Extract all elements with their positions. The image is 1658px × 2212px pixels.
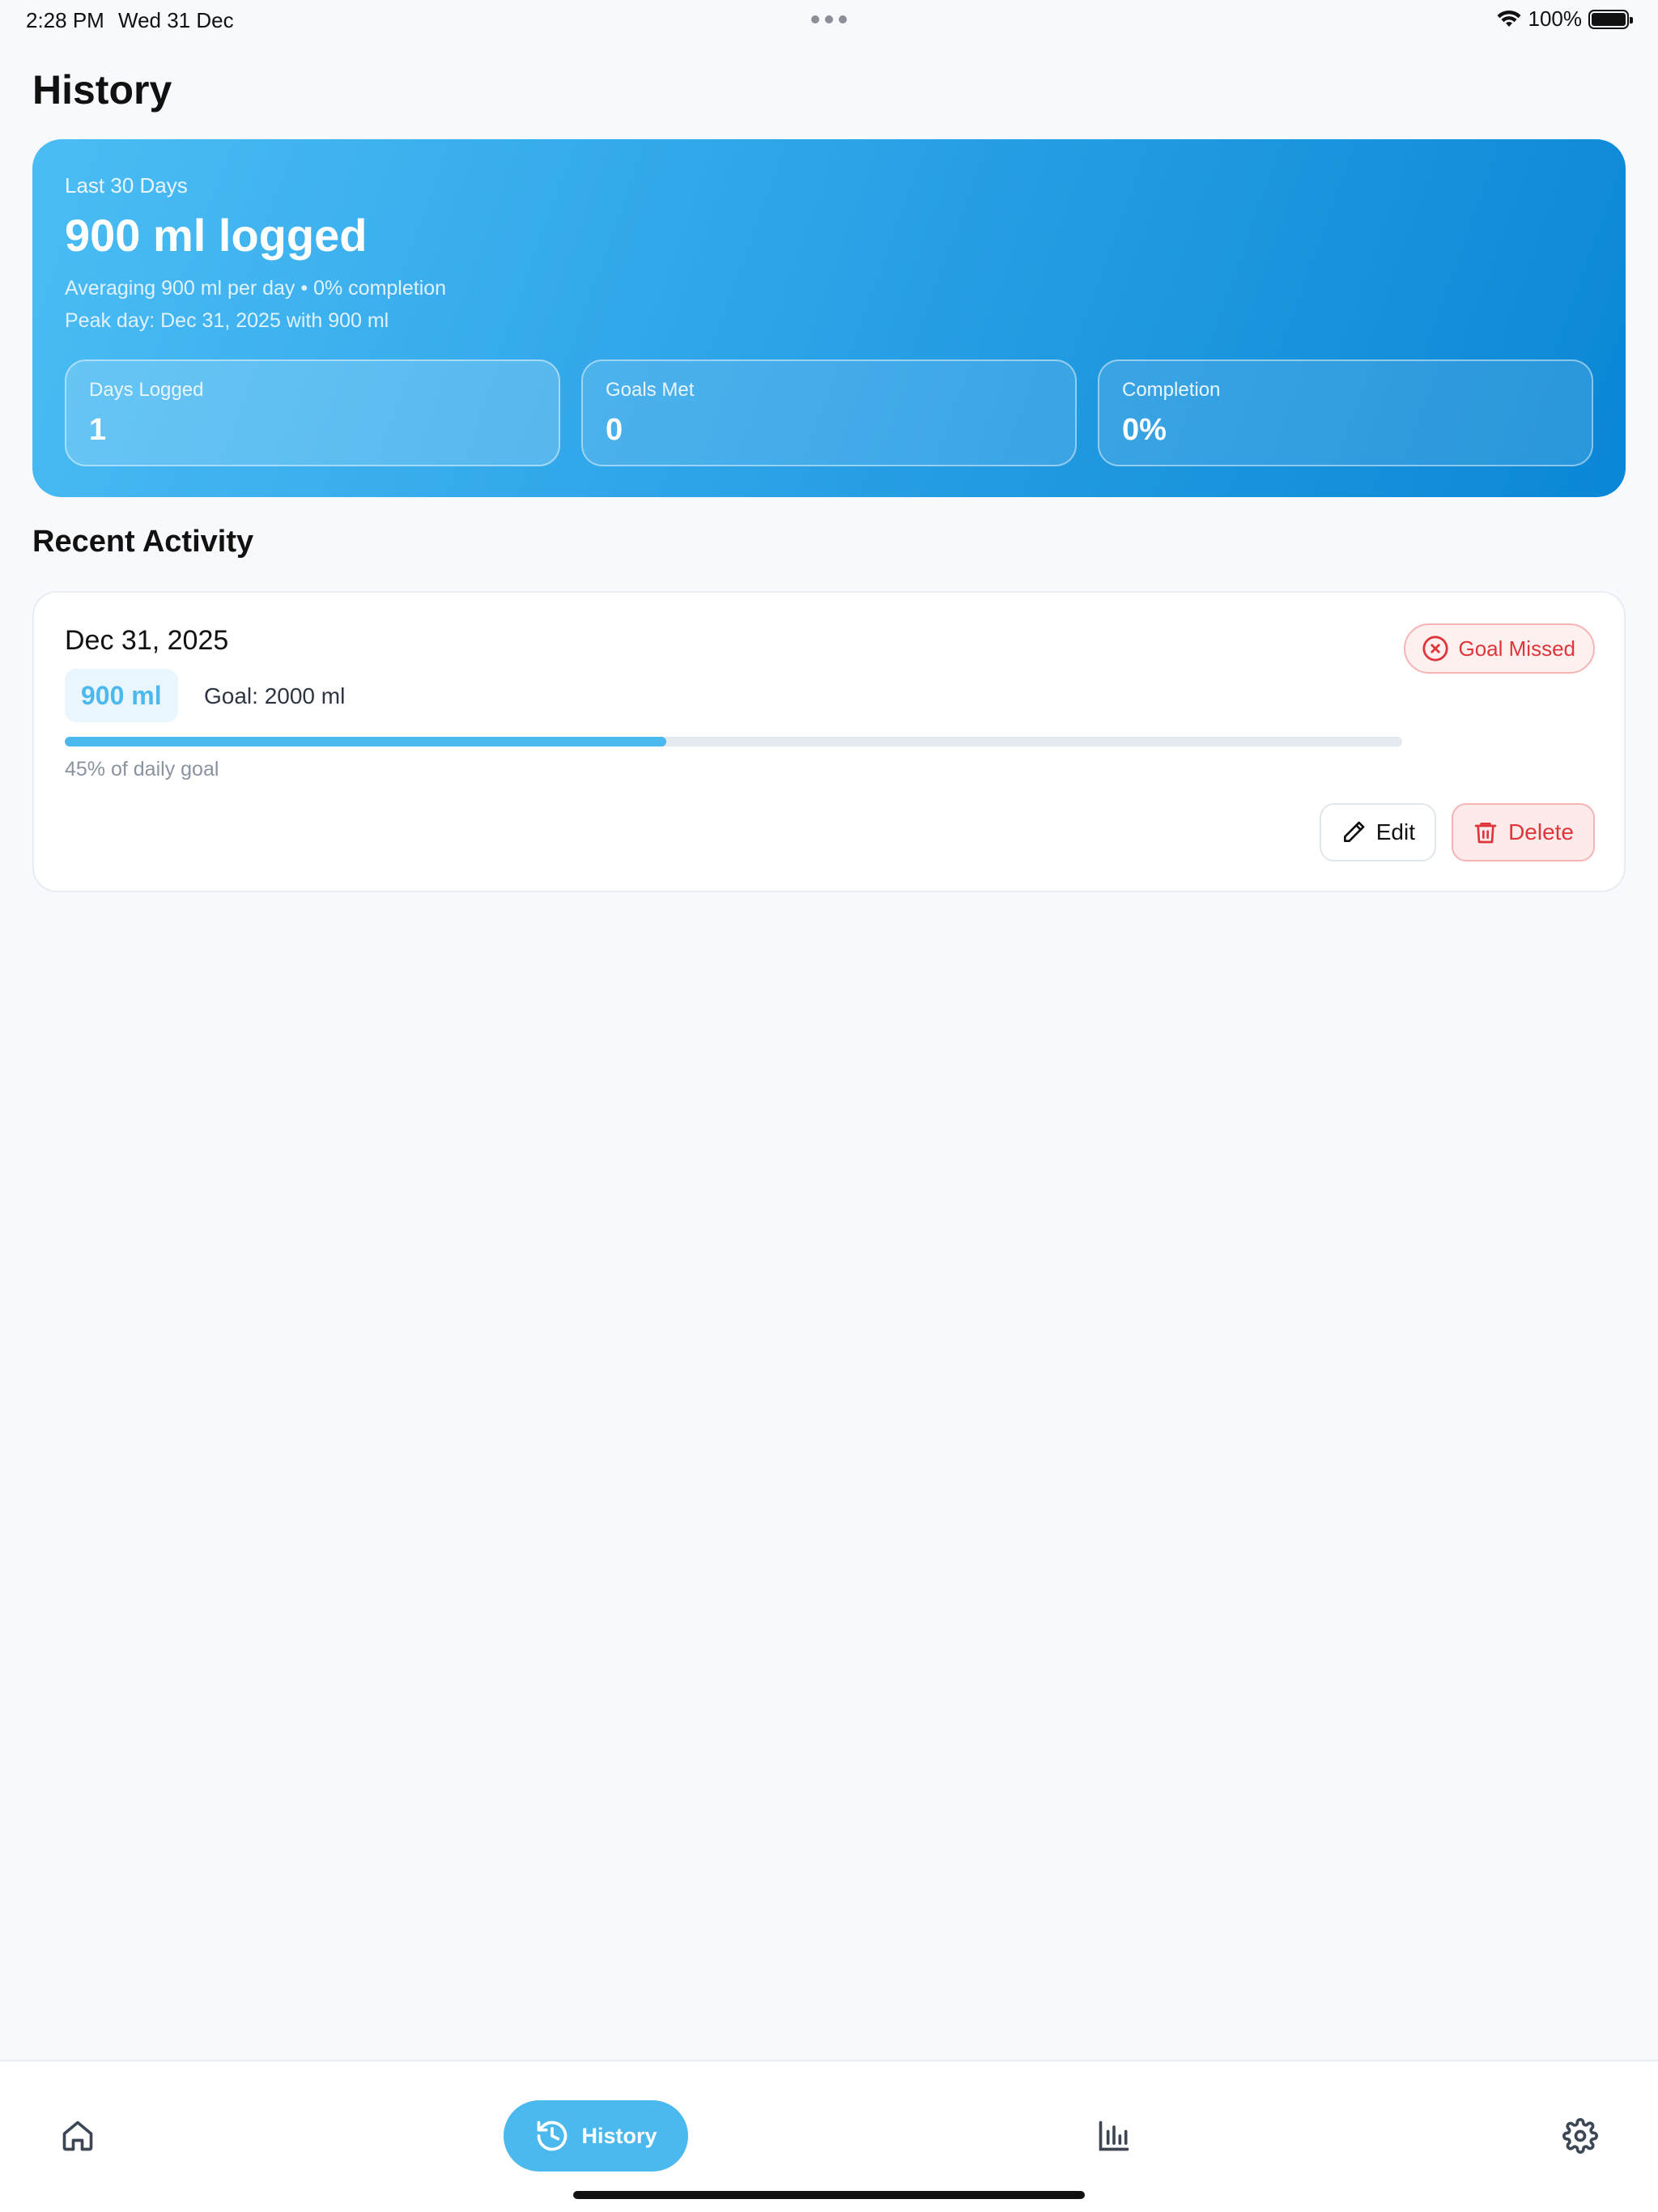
status-bar: 2:28 PM Wed 31 Dec 100% (0, 0, 1658, 39)
badge-label: Goal Missed (1458, 636, 1576, 661)
tab-home[interactable] (42, 2100, 113, 2172)
multitasking-dots-icon[interactable] (811, 15, 847, 23)
battery-percent: 100% (1528, 6, 1583, 31)
x-circle-icon (1422, 636, 1448, 661)
status-date: Wed 31 Dec (118, 8, 234, 32)
summary-total: 900 ml logged (65, 210, 368, 261)
status-time: 2:28 PM (26, 8, 104, 32)
history-icon (538, 2121, 568, 2151)
gear-icon (1562, 2118, 1598, 2154)
stat-value: 0 (606, 413, 623, 447)
stat-completion: Completion 0% (1098, 359, 1593, 466)
home-icon (62, 2121, 93, 2151)
entry-progress-text: 45% of daily goal (65, 758, 219, 781)
goal-missed-badge: Goal Missed (1403, 623, 1595, 674)
activity-entry-card: Dec 31, 2025 900 ml Goal: 2000 ml 45% of… (32, 591, 1626, 892)
history-screen: 2:28 PM Wed 31 Dec 100% History Last 30 … (0, 0, 1658, 2212)
bar-chart-icon (1099, 2121, 1129, 2151)
summary-average: Averaging 900 ml per day • 0% completion (65, 277, 447, 300)
goal-progress-fill (65, 737, 667, 747)
stat-goals-met: Goals Met 0 (581, 359, 1077, 466)
tab-statistics[interactable] (1078, 2100, 1150, 2172)
goal-progress-bar (65, 737, 1402, 747)
summary-card: Last 30 Days 900 ml logged Averaging 900… (32, 139, 1626, 497)
entry-goal: Goal: 2000 ml (204, 683, 346, 708)
tab-history-label: History (581, 2123, 657, 2148)
summary-period: Last 30 Days (65, 173, 188, 198)
page-title: History (32, 67, 172, 113)
stat-value: 1 (89, 413, 107, 447)
delete-label: Delete (1508, 819, 1574, 844)
wifi-icon (1497, 10, 1520, 27)
tab-history[interactable]: History (504, 2100, 688, 2172)
recent-activity-title: Recent Activity (32, 525, 254, 559)
tab-settings[interactable] (1545, 2100, 1616, 2172)
edit-button[interactable]: Edit (1319, 803, 1436, 861)
stat-label: Days Logged (89, 379, 204, 401)
status-indicators: 100% (1496, 6, 1633, 32)
bottom-tab-bar: History (0, 2060, 1658, 2212)
trash-icon (1474, 823, 1497, 844)
entry-date: Dec 31, 2025 (65, 625, 229, 656)
stat-days-logged: Days Logged 1 (65, 359, 560, 466)
stat-value: 0% (1122, 413, 1167, 447)
edit-label: Edit (1375, 819, 1415, 844)
delete-button[interactable]: Delete (1452, 803, 1595, 861)
battery-icon (1588, 9, 1633, 29)
pencil-icon (1343, 821, 1365, 842)
stat-label: Goals Met (606, 379, 695, 401)
home-indicator[interactable] (573, 2191, 1085, 2199)
summary-peak-day: Peak day: Dec 31, 2025 with 900 ml (65, 309, 389, 332)
entry-amount: 900 ml (65, 669, 178, 722)
stat-label: Completion (1122, 379, 1221, 401)
